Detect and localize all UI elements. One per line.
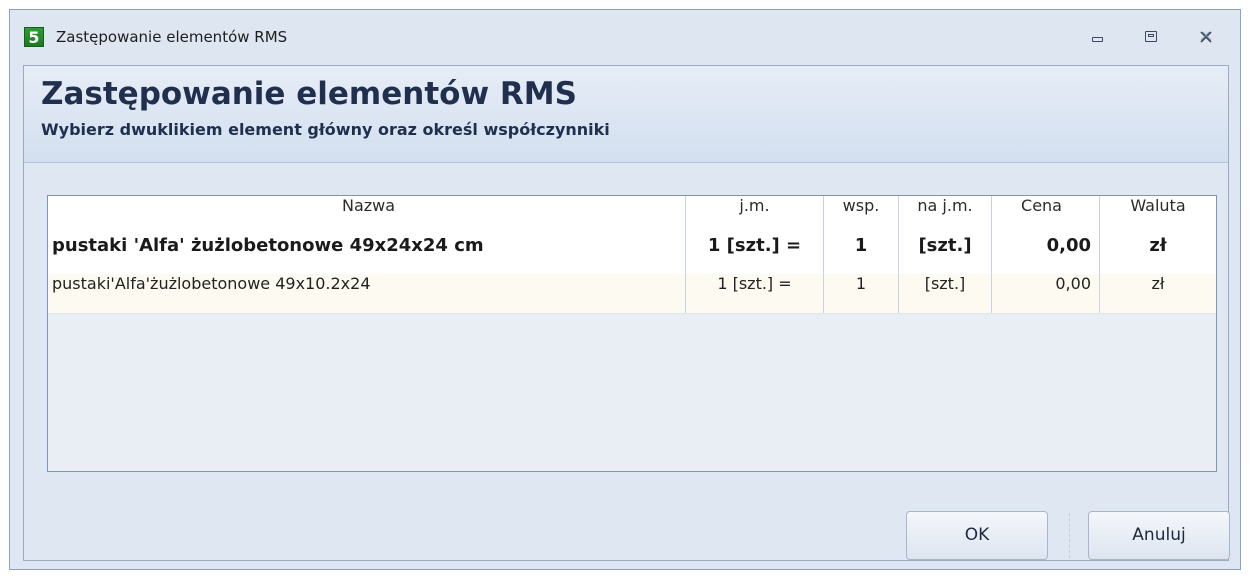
cell-waluta: zł [1149,235,1167,256]
header-title: Zastępowanie elementów RMS [41,76,577,112]
cell-wsp[interactable]: 1 [824,274,899,313]
button-separator [1069,513,1070,558]
cell-na-jm: [szt.] [899,274,992,313]
dialog-content: Zastępowanie elementów RMS Wybierz dwukl… [23,65,1230,561]
cell-waluta: zł [1151,274,1165,293]
title-bar[interactable]: 5 Zastępowanie elementów RMS [10,10,1240,65]
close-button[interactable] [1195,26,1217,48]
maximize-button[interactable] [1140,26,1162,48]
column-header-waluta[interactable]: Waluta [1100,196,1216,235]
cancel-button[interactable]: Anuluj [1088,511,1230,560]
dialog-window: 5 Zastępowanie elementów RMS Zastępowani… [9,9,1241,570]
cell-nazwa: pustaki 'Alfa' żużlobetonowe 49x24x24 cm [48,235,686,274]
table-row-main-element[interactable]: pustaki 'Alfa' żużlobetonowe 49x24x24 cm… [48,235,1216,275]
cell-wsp[interactable]: 1 [824,235,899,274]
cell-cena: 0,00 [992,274,1100,313]
column-header-na-jm[interactable]: na j.m. [899,196,992,235]
table-row[interactable]: pustaki'Alfa'żużlobetonowe 49x10.2x24 1 … [48,274,1216,314]
cell-cena: 0,00 [992,235,1100,274]
column-header-cena[interactable]: Cena [992,196,1100,235]
window-title: Zastępowanie elementów RMS [56,28,288,46]
cell-nazwa: pustaki'Alfa'żużlobetonowe 49x10.2x24 [48,274,686,313]
close-icon [1200,31,1212,43]
elements-grid[interactable]: Nazwa j.m. wsp. na j.m. Cena Waluta pust… [47,195,1217,472]
column-header-nazwa[interactable]: Nazwa [48,196,686,235]
ok-button[interactable]: OK [906,511,1048,560]
cell-na-jm: [szt.] [899,235,992,274]
cell-jm: 1 [szt.] = [686,274,824,313]
grid-header-row: Nazwa j.m. wsp. na j.m. Cena Waluta [48,196,1216,236]
column-header-jm[interactable]: j.m. [686,196,824,235]
dialog-header: Zastępowanie elementów RMS Wybierz dwukl… [24,66,1228,163]
cell-jm: 1 [szt.] = [686,235,824,274]
header-subtitle: Wybierz dwuklikiem element główny oraz o… [41,120,610,139]
minimize-button[interactable] [1087,26,1109,48]
column-header-wsp[interactable]: wsp. [824,196,899,235]
minimize-icon [1092,37,1103,42]
maximize-icon [1145,31,1157,42]
app-logo-icon: 5 [24,27,44,47]
